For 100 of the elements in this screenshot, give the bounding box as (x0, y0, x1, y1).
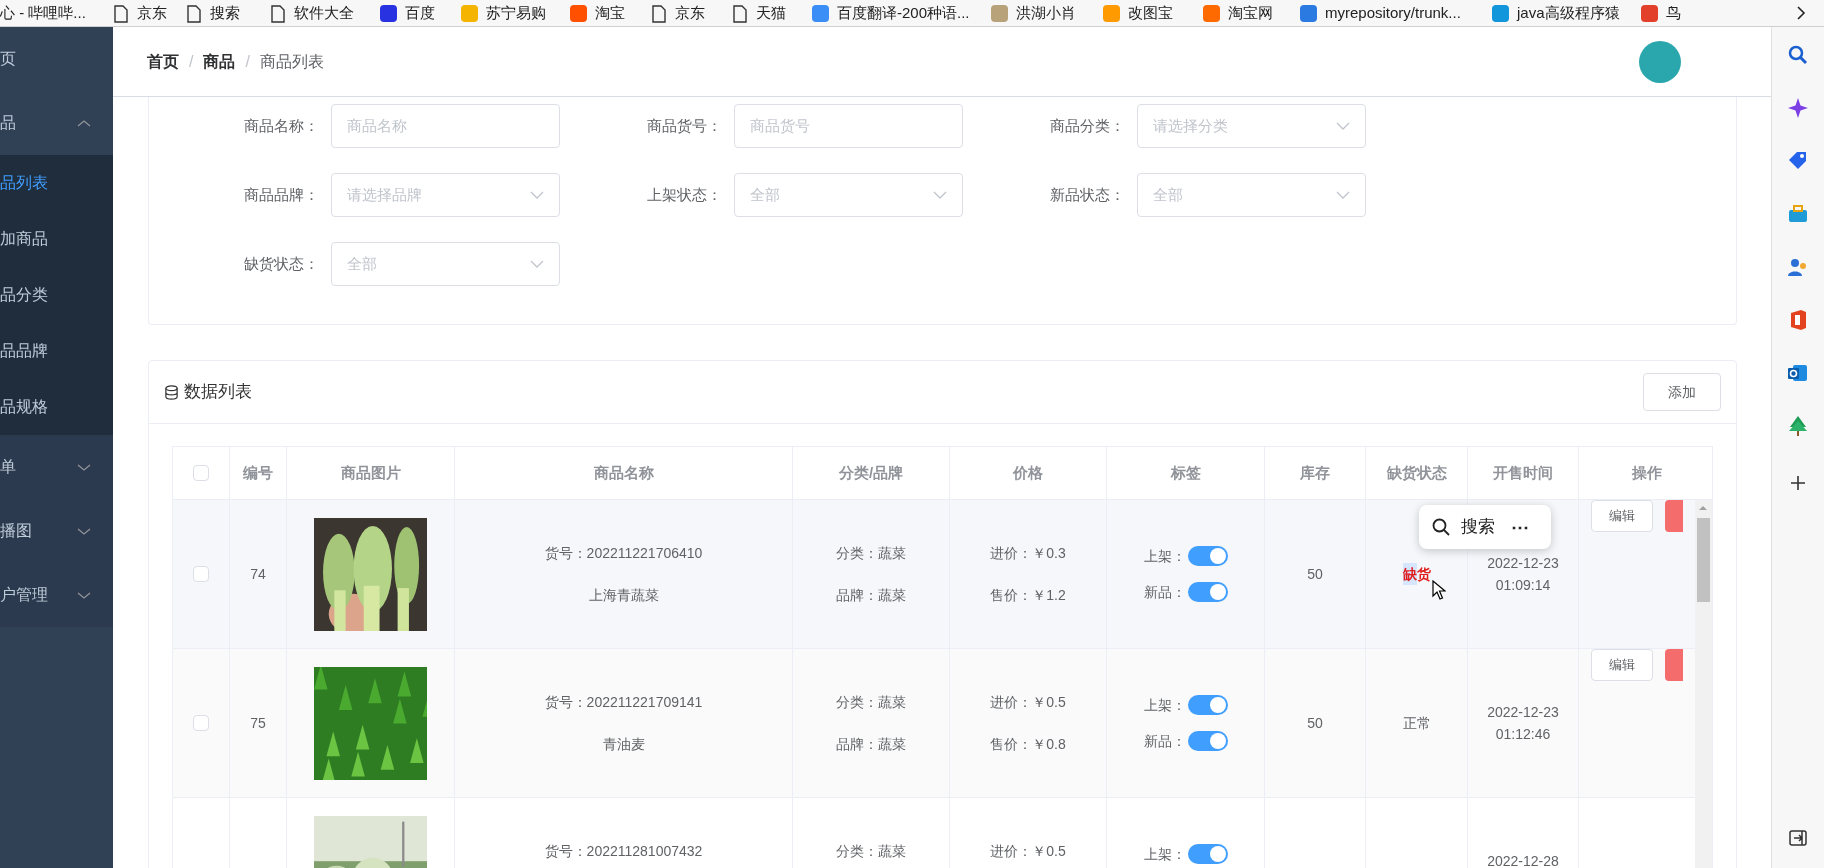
tag-label: 新品： (1143, 582, 1186, 602)
sale-time: 01:12:46 (1495, 725, 1551, 744)
chevron-down-icon (530, 260, 544, 268)
bookmark[interactable]: 心 - 哔哩哔... (0, 0, 86, 27)
tag-label: 新品： (1143, 731, 1186, 751)
scrollbar-thumb[interactable] (1697, 518, 1710, 602)
tag-label: 上架： (1143, 546, 1186, 566)
table-cell-text: 75 (250, 714, 266, 733)
submenu-item[interactable]: 加商品 (0, 211, 113, 267)
page-icon (186, 4, 202, 23)
menu-item[interactable]: 播图 (0, 499, 113, 563)
search-icon[interactable] (1431, 517, 1451, 537)
chevron-right-icon[interactable] (1795, 5, 1807, 21)
table-cell-text: 50 (1307, 565, 1323, 584)
toolbox-icon[interactable] (1787, 203, 1809, 225)
bookmark[interactable]: 淘宝 (570, 0, 625, 27)
submenu-item[interactable]: 品规格 (0, 379, 113, 435)
toggle-switch[interactable] (1187, 582, 1228, 602)
cost-price: 进价：￥0.5 (990, 693, 1066, 712)
table-cell-text: 74 (250, 565, 266, 584)
bookmark[interactable]: 京东 (113, 0, 167, 27)
tag-label: 上架： (1143, 844, 1186, 864)
sale-price: 售价：￥1.2 (990, 586, 1066, 605)
sale-time: 01:09:14 (1495, 576, 1551, 595)
search-button[interactable]: 搜索 (1461, 514, 1495, 540)
bookmark[interactable]: 淘宝网 (1203, 0, 1273, 27)
mail-icon[interactable] (1787, 362, 1809, 384)
column-header: 分类/品牌 (838, 462, 904, 483)
placeholder-text: 请选择品牌 (347, 184, 422, 205)
tag-icon[interactable] (1787, 150, 1809, 172)
category-text: 分类：蔬菜 (836, 693, 906, 712)
column-header: 价格 (1013, 462, 1043, 483)
add-button[interactable]: 添加 (1643, 373, 1721, 411)
breadcrumb-link[interactable]: 商品 (203, 49, 236, 74)
chevron-down-icon (77, 526, 91, 536)
mouse-cursor-icon (1432, 580, 1446, 600)
placeholder-text: 商品货号 (750, 115, 810, 136)
bookmark[interactable]: 软件大全 (270, 0, 354, 27)
stock-status: 缺货 (1402, 563, 1431, 585)
page-icon (732, 4, 748, 23)
bookmark[interactable]: 鸟 (1641, 0, 1681, 27)
breadcrumb-link[interactable]: 首页 (147, 49, 179, 74)
toggle-switch[interactable] (1187, 844, 1228, 864)
cost-price: 进价：￥0.5 (990, 842, 1066, 861)
bookmark[interactable]: 百度 (380, 0, 435, 27)
edit-button[interactable]: 编辑 (1591, 649, 1653, 681)
column-header: 库存 (1300, 462, 1330, 483)
bookmark[interactable]: 百度翻译-200种语... (812, 0, 970, 27)
menu-item[interactable]: 户管理 (0, 563, 113, 627)
tag-label: 上架： (1143, 695, 1186, 715)
checkbox[interactable] (193, 715, 209, 731)
checkbox[interactable] (193, 465, 209, 481)
product-name: 青油麦 (602, 735, 645, 754)
scrollbar[interactable] (1695, 500, 1712, 868)
menu-item[interactable]: 页 (0, 27, 113, 91)
bookmark[interactable]: 改图宝 (1103, 0, 1173, 27)
toggle-switch[interactable] (1187, 546, 1228, 566)
column-header: 缺货状态 (1386, 462, 1447, 483)
field-label: 缺货状态： (243, 253, 320, 274)
sale-date: 2022-12-23 (1487, 703, 1559, 722)
submenu-item[interactable]: 品品牌 (0, 323, 113, 379)
bookmark[interactable]: myrepository/trunk... (1300, 0, 1461, 27)
field-label: 商品品牌： (243, 184, 320, 205)
bookmark[interactable]: 苏宁易购 (461, 0, 546, 27)
page-icon (270, 4, 286, 23)
bookmark[interactable]: 京东 (651, 0, 705, 27)
sparkle-icon[interactable] (1787, 97, 1809, 119)
page-icon (651, 4, 667, 23)
chevron-down-icon (77, 590, 91, 600)
placeholder-text: 全部 (1153, 184, 1183, 205)
bookmark[interactable]: 天猫 (732, 0, 786, 27)
product-sku: 货号：202211221706410 (544, 544, 703, 563)
column-header: 商品名称 (593, 462, 654, 483)
chevron-down-icon (1336, 122, 1350, 130)
column-header: 开售时间 (1493, 462, 1553, 483)
table-cell-text: 50 (1307, 714, 1323, 733)
bookmark[interactable]: java高级程序猿 (1492, 0, 1620, 27)
toggle-switch[interactable] (1187, 695, 1228, 715)
chevron-down-icon (933, 191, 947, 199)
sidebar-toggle-icon[interactable] (1788, 828, 1808, 848)
toggle-switch[interactable] (1187, 731, 1228, 751)
bookmark[interactable]: 洪湖小肖 (991, 0, 1076, 27)
breadcrumb-current: 商品列表 (259, 51, 324, 72)
submenu-item[interactable]: 品列表 (0, 155, 113, 211)
brand-text: 品牌：蔬菜 (836, 586, 906, 605)
menu-item[interactable]: 单 (0, 435, 113, 499)
people-icon[interactable] (1787, 256, 1809, 278)
page-icon (113, 4, 129, 23)
placeholder-text: 全部 (347, 253, 377, 274)
scroll-up-icon[interactable] (1698, 505, 1708, 511)
avatar[interactable] (1639, 40, 1681, 83)
column-header: 标签 (1170, 462, 1201, 483)
bookmark[interactable]: 搜索 (186, 0, 240, 27)
more-button[interactable]: ⋯ (1511, 513, 1529, 541)
checkbox[interactable] (193, 566, 209, 582)
tree-icon[interactable] (1787, 415, 1809, 437)
edit-button[interactable]: 编辑 (1591, 500, 1653, 532)
sale-price: 售价：￥0.8 (990, 735, 1066, 754)
product-name: 上海青蔬菜 (588, 586, 659, 605)
submenu-item[interactable]: 品分类 (0, 267, 113, 323)
